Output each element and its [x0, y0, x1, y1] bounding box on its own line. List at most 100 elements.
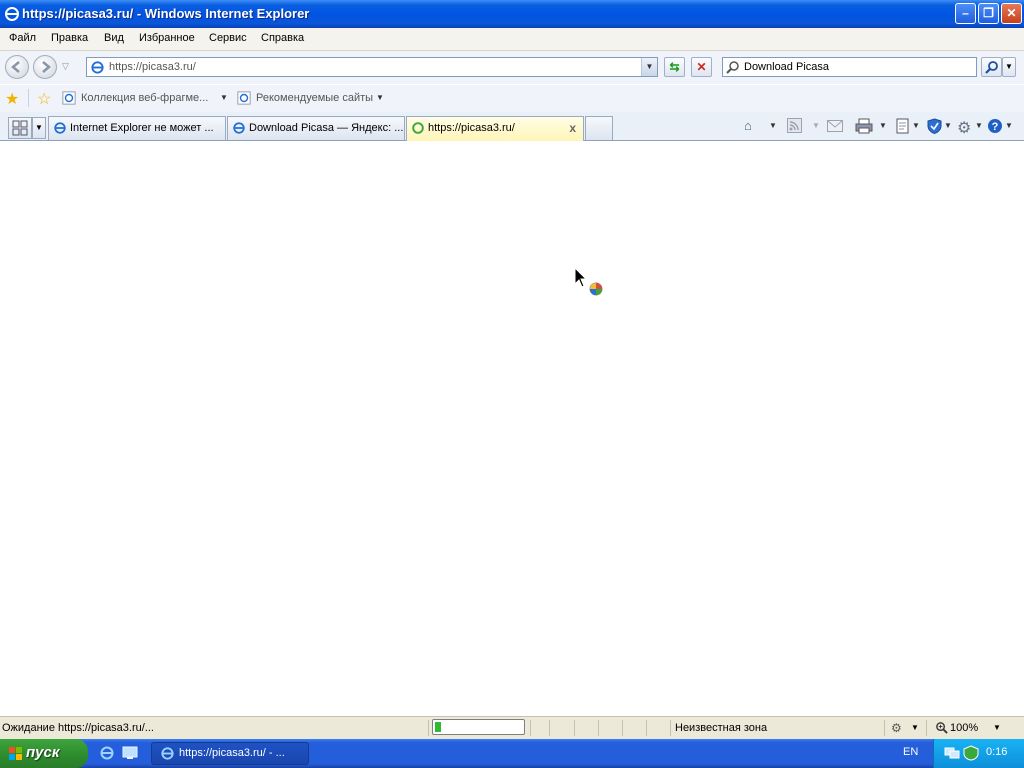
- home-icon[interactable]: ⌂: [744, 118, 752, 133]
- new-tab-button[interactable]: [585, 116, 613, 140]
- search-input[interactable]: Download Picasa: [744, 61, 829, 73]
- status-divider: [428, 720, 429, 736]
- search-icon: [984, 61, 998, 74]
- tab-picasa3-active[interactable]: https://picasa3.ru/ x: [406, 116, 584, 141]
- tab-ie-error[interactable]: Internet Explorer не может ...: [48, 116, 226, 140]
- page-menu-icon[interactable]: [895, 118, 911, 137]
- web-slice-page-icon: [62, 91, 76, 108]
- add-favorites-icon[interactable]: ☆: [37, 89, 51, 109]
- tab-close-icon[interactable]: x: [569, 121, 576, 135]
- mail-icon[interactable]: [827, 118, 843, 135]
- stop-button[interactable]: ✕: [691, 57, 712, 77]
- favorites-bar: ★ ☆ Коллекция веб-фрагме... ▼ Рекомендуе…: [0, 85, 1024, 113]
- svg-text:?: ?: [992, 121, 999, 133]
- status-divider: [598, 720, 599, 736]
- system-tray: 0:16: [933, 739, 1024, 768]
- quick-tabs-button[interactable]: [8, 117, 32, 139]
- chevron-down-icon[interactable]: ▼: [975, 121, 983, 130]
- chevron-down-icon[interactable]: ▼: [911, 723, 919, 732]
- quicklaunch-desktop-icon[interactable]: [122, 746, 138, 763]
- restore-button[interactable]: ❐: [978, 3, 999, 24]
- tab-list-button[interactable]: ▼: [32, 117, 46, 139]
- chevron-down-icon[interactable]: ▼: [1005, 121, 1013, 130]
- ie-page-icon: [232, 121, 246, 138]
- status-divider: [646, 720, 647, 736]
- menu-tools[interactable]: Сервис: [209, 32, 247, 44]
- tab-label: Internet Explorer не может ...: [70, 122, 214, 134]
- window-title: https://picasa3.ru/ - Windows Internet E…: [22, 6, 310, 21]
- stop-icon: ✕: [696, 60, 707, 74]
- page-icon: [90, 60, 105, 78]
- print-icon[interactable]: [855, 118, 873, 137]
- address-input[interactable]: https://picasa3.ru/: [109, 61, 196, 73]
- ie-icon: [160, 746, 175, 764]
- address-dropdown-icon[interactable]: ▼: [641, 58, 657, 76]
- recent-pages-chevron-icon[interactable]: ▽: [62, 61, 69, 72]
- safety-shield-icon[interactable]: [927, 118, 942, 137]
- feeds-icon[interactable]: [787, 118, 802, 136]
- suggested-sites-link[interactable]: Рекомендуемые сайты: [256, 92, 373, 104]
- tools-gear-icon[interactable]: ⚙: [957, 118, 971, 138]
- refresh-button[interactable]: ⇆: [664, 57, 685, 77]
- favorites-star-icon[interactable]: ★: [5, 89, 19, 109]
- zoom-level[interactable]: 100%: [950, 722, 978, 734]
- status-divider: [926, 720, 927, 736]
- taskbar-button-ie[interactable]: https://picasa3.ru/ - ...: [151, 742, 309, 765]
- minimize-button[interactable]: –: [955, 3, 976, 24]
- chevron-down-icon[interactable]: ▼: [944, 121, 952, 130]
- windows-flag-icon: [8, 746, 24, 765]
- start-button[interactable]: пуск: [0, 739, 88, 768]
- minimize-icon: –: [962, 6, 969, 20]
- progress-fill: [435, 722, 441, 732]
- zoom-icon: [935, 721, 948, 737]
- close-button[interactable]: ✕: [1001, 3, 1022, 24]
- back-arrow-icon: [11, 61, 20, 73]
- suggested-sites-page-icon: [237, 91, 251, 108]
- menu-favorites[interactable]: Избранное: [139, 32, 195, 44]
- chevron-down-icon: ▼: [35, 123, 43, 132]
- chevron-down-icon[interactable]: ▼: [769, 121, 777, 130]
- zoom-dropdown-icon[interactable]: ▼: [993, 723, 1001, 732]
- back-button[interactable]: [5, 55, 29, 79]
- status-divider: [530, 720, 531, 736]
- language-indicator[interactable]: EN: [903, 746, 918, 758]
- menu-edit[interactable]: Правка: [51, 32, 88, 44]
- help-icon[interactable]: ?: [987, 118, 1003, 137]
- chevron-down-icon[interactable]: ▼: [912, 121, 920, 130]
- start-label: пуск: [26, 744, 60, 761]
- search-options-button[interactable]: ▼: [1002, 57, 1016, 77]
- chevron-down-icon[interactable]: ▼: [879, 121, 887, 130]
- ie-page-icon: [53, 121, 67, 138]
- address-bar[interactable]: https://picasa3.ru/ ▼: [86, 57, 658, 77]
- mouse-cursor-busy-icon: [574, 266, 606, 302]
- forward-button[interactable]: [33, 55, 57, 79]
- refresh-icon: ⇆: [669, 60, 680, 74]
- status-divider: [574, 720, 575, 736]
- page-load-progress-bar: [432, 719, 525, 735]
- network-icon[interactable]: [944, 746, 960, 763]
- menu-help[interactable]: Справка: [261, 32, 304, 44]
- web-slice-gallery-link[interactable]: Коллекция веб-фрагме...: [81, 92, 208, 104]
- chevron-down-icon: ▼: [1005, 62, 1013, 71]
- security-alert-icon[interactable]: [963, 745, 979, 764]
- search-box[interactable]: Download Picasa: [722, 57, 977, 77]
- page-content-area[interactable]: [0, 141, 1024, 716]
- protected-mode-icon[interactable]: ⚙: [891, 721, 902, 735]
- loading-spinner-icon: [411, 121, 425, 138]
- status-text: Ожидание https://picasa3.ru/...: [2, 722, 154, 734]
- chevron-down-icon[interactable]: ▼: [812, 121, 820, 130]
- chevron-down-icon[interactable]: ▼: [220, 93, 228, 102]
- menu-view[interactable]: Вид: [104, 32, 124, 44]
- tab-label: https://picasa3.ru/: [428, 122, 515, 134]
- search-button[interactable]: [981, 57, 1002, 77]
- status-divider: [622, 720, 623, 736]
- chevron-down-icon[interactable]: ▼: [376, 93, 384, 102]
- security-zone-label[interactable]: Неизвестная зона: [675, 722, 767, 734]
- menu-file[interactable]: Файл: [9, 32, 36, 44]
- title-bar[interactable]: https://picasa3.ru/ - Windows Internet E…: [0, 0, 1024, 28]
- quicklaunch-ie-icon[interactable]: [99, 745, 115, 764]
- tab-yandex-search[interactable]: Download Picasa — Яндекс: ...: [227, 116, 405, 140]
- favbar-divider: [28, 89, 29, 107]
- status-divider: [884, 720, 885, 736]
- quick-tabs-icon: [12, 120, 28, 136]
